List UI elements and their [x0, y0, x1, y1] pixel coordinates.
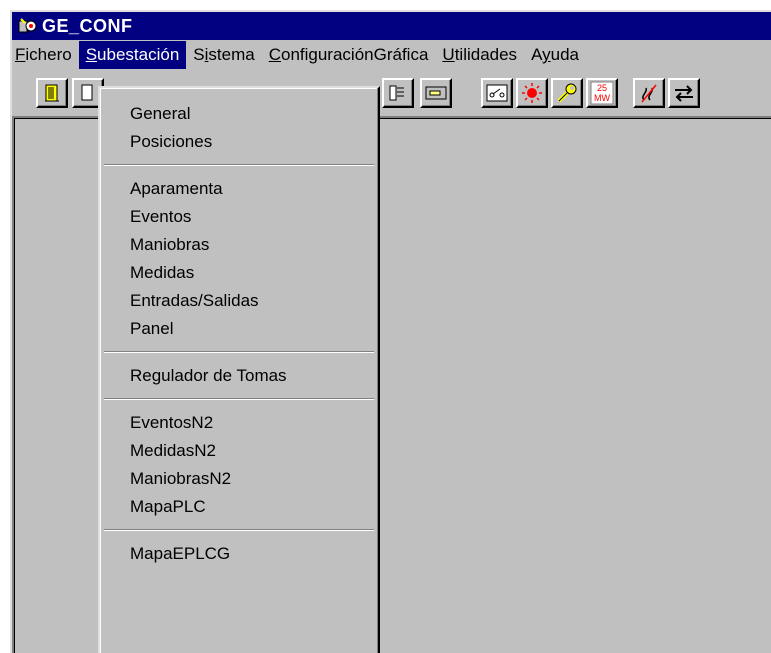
alarm-button[interactable]: [516, 78, 548, 108]
wrench-button[interactable]: [551, 78, 583, 108]
exchange-button[interactable]: [668, 78, 700, 108]
menu-item-general[interactable]: General: [100, 100, 378, 128]
menu-item-medidas-n2[interactable]: MedidasN2: [100, 437, 378, 465]
switch-button[interactable]: [481, 78, 513, 108]
menu-subestacion[interactable]: Subestación: [78, 41, 187, 69]
link-icon: [641, 84, 657, 103]
menu-ayuda[interactable]: Ayuda: [524, 41, 586, 69]
svg-text:MW: MW: [594, 93, 610, 103]
menu-item-maniobras[interactable]: Maniobras: [100, 231, 378, 259]
menu-bar: Fichero Subestación Sistema Configuració…: [12, 40, 771, 70]
menu-configuracion-grafica[interactable]: ConfiguraciónGráfica: [262, 41, 436, 69]
menu-item-eventos-n2[interactable]: EventosN2: [100, 409, 378, 437]
exchange-icon: [675, 85, 693, 102]
menu-separator: [104, 529, 374, 531]
menu-item-eventos[interactable]: Eventos: [100, 203, 378, 231]
menu-fichero[interactable]: Fichero: [12, 41, 79, 69]
menu-item-posiciones[interactable]: Posiciones: [100, 128, 378, 156]
menu-item-regulador-de-tomas[interactable]: Regulador de Tomas: [100, 362, 378, 390]
display-icon: [425, 86, 447, 100]
menu-item-medidas[interactable]: Medidas: [100, 259, 378, 287]
panel-button[interactable]: [382, 78, 414, 108]
link-button[interactable]: [633, 78, 665, 108]
menu-separator: [104, 351, 374, 353]
alarm-icon: [522, 83, 542, 103]
menu-separator: [104, 398, 374, 400]
menu-item-maniobras-n2[interactable]: ManiobrasN2: [100, 465, 378, 493]
window-title: GE_CONF: [42, 15, 133, 36]
menu-separator: [104, 164, 374, 166]
title-bar[interactable]: GE_CONF: [12, 12, 771, 40]
exit-button[interactable]: [36, 78, 68, 108]
menu-item-panel[interactable]: Panel: [100, 315, 378, 343]
switch-icon: [486, 84, 508, 102]
measure-icon: 25 MW: [590, 81, 614, 105]
menu-utilidades[interactable]: Utilidades: [435, 41, 524, 69]
display-button[interactable]: [420, 78, 452, 108]
app-icon: [18, 18, 37, 33]
subestacion-dropdown-menu: General Posiciones Aparamenta Eventos Ma…: [98, 86, 380, 653]
menu-item-aparamenta[interactable]: Aparamenta: [100, 175, 378, 203]
menu-item-mapa-plc[interactable]: MapaPLC: [100, 493, 378, 521]
measure-button[interactable]: 25 MW: [586, 78, 618, 108]
svg-text:25: 25: [597, 83, 607, 93]
document-icon: [81, 84, 93, 101]
menu-sistema[interactable]: Sistema: [186, 41, 261, 69]
exit-door-icon: [45, 84, 59, 102]
panel-icon: [389, 85, 404, 101]
menu-item-entradas-salidas[interactable]: Entradas/Salidas: [100, 287, 378, 315]
wrench-icon: [557, 83, 577, 103]
menu-item-mapa-eplcg[interactable]: MapaEPLCG: [100, 540, 378, 568]
